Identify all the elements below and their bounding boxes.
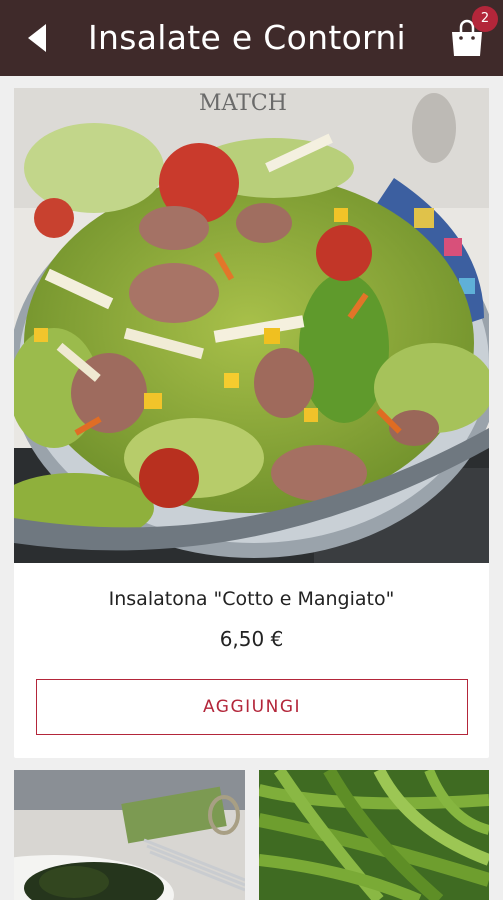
product-card: MATCH Insalatona "Cotto e Mangiato" 6,50… [14,88,489,758]
app-header: Insalate e Contorni 2 [0,0,503,76]
page-title: Insalate e Contorni [88,18,407,57]
product-name: Insalatona "Cotto e Mangiato" [108,588,395,610]
product-card-spinach[interactable] [14,770,245,900]
product-price: 6,50 € [219,627,284,651]
back-arrow-icon [28,24,46,52]
green-beans-photo [259,770,489,900]
spinach-dish-photo [14,770,245,900]
poster-text: MATCH [199,91,287,116]
cart-count-badge: 2 [472,6,498,32]
product-card-green-beans[interactable] [259,770,489,900]
back-button[interactable] [24,22,54,54]
product-image[interactable]: MATCH [14,88,489,563]
add-to-cart-button[interactable]: AGGIUNGI [36,679,468,735]
